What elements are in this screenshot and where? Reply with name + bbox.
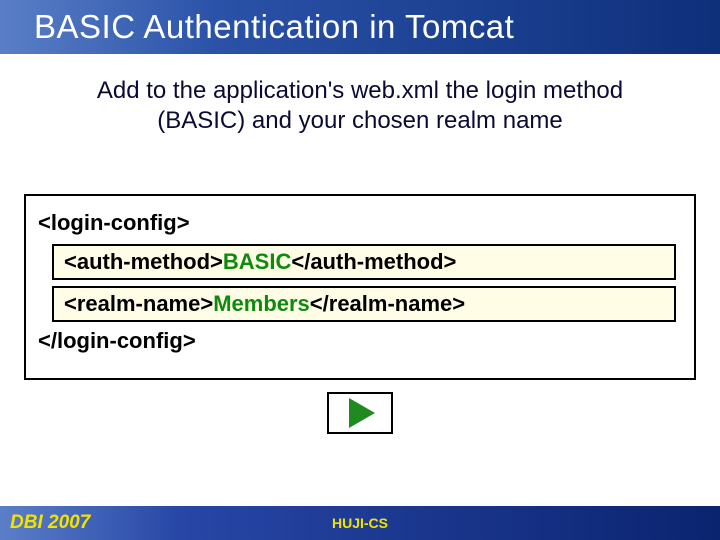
- footer-bar: DBI 2007 HUJI-CS: [0, 506, 720, 540]
- login-config-open: <login-config>: [38, 210, 682, 236]
- play-button[interactable]: [327, 392, 393, 434]
- title-bar: BASIC Authentication in Tomcat: [0, 0, 720, 54]
- auth-method-line: <auth-method>BASIC</auth-method>: [52, 244, 676, 280]
- slide-subtitle: Add to the application's web.xml the log…: [50, 76, 670, 136]
- code-block: <login-config> <auth-method>BASIC</auth-…: [24, 194, 696, 380]
- login-config-close: </login-config>: [38, 328, 682, 354]
- play-icon: [349, 398, 375, 428]
- auth-method-open: <auth-method>: [64, 249, 223, 274]
- footer-left: DBI 2007: [10, 512, 90, 534]
- realm-name-close: </realm-name>: [310, 291, 465, 316]
- auth-method-value: BASIC: [223, 249, 291, 274]
- realm-name-line: <realm-name>Members</realm-name>: [52, 286, 676, 322]
- realm-name-open: <realm-name>: [64, 291, 213, 316]
- slide-title: BASIC Authentication in Tomcat: [34, 8, 514, 46]
- play-button-wrap: [0, 392, 720, 434]
- auth-method-close: </auth-method>: [291, 249, 456, 274]
- realm-name-value: Members: [213, 291, 310, 316]
- footer-center: HUJI-CS: [332, 515, 388, 531]
